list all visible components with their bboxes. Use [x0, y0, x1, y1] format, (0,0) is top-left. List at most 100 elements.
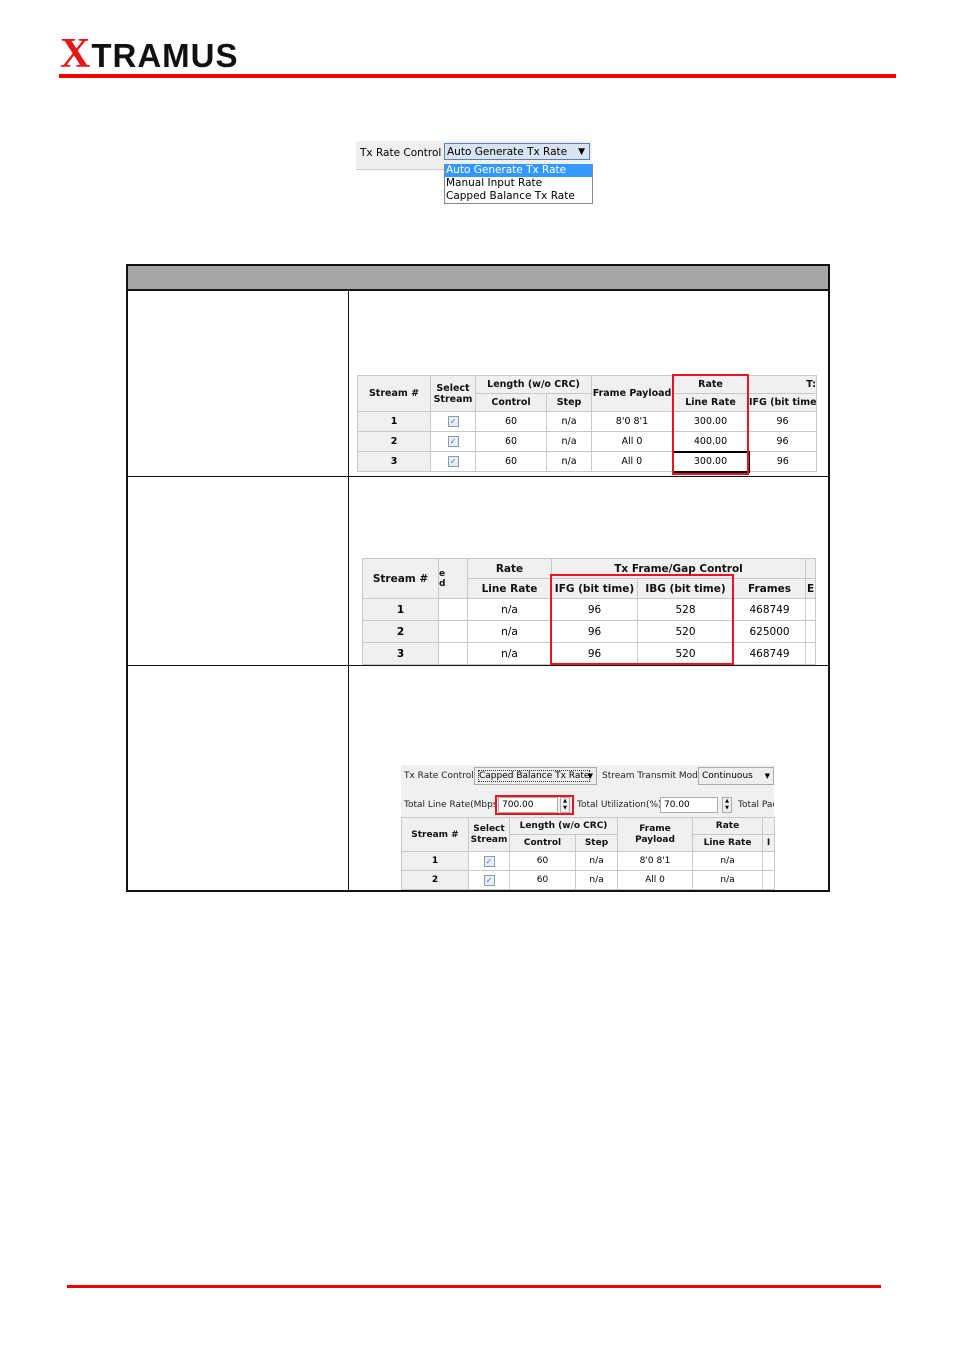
- truncated-header: I: [762, 834, 776, 852]
- cell: 8'0 8'1: [591, 411, 674, 432]
- cell: All 0: [617, 870, 694, 890]
- tx-rate-control-options: Auto Generate Tx Rate Manual Input Rate …: [444, 164, 593, 204]
- cell: [805, 642, 817, 665]
- truncated-header: [805, 558, 817, 579]
- header-rule: [59, 74, 896, 78]
- step-header: Step: [545, 393, 593, 412]
- transmit-mode-label: Stream Transmit Mode: [602, 771, 704, 781]
- cell: n/a: [467, 598, 552, 621]
- truncated-header: E: [805, 578, 817, 599]
- cell: All 0: [591, 451, 674, 472]
- cell: All 0: [591, 431, 674, 452]
- cell: n/a: [467, 642, 552, 665]
- cell: 468749: [732, 598, 807, 621]
- cell: 60: [509, 851, 576, 871]
- line-rate-highlight: [495, 795, 574, 815]
- length-header: Length (w/o CRC): [474, 375, 593, 394]
- column-divider: [348, 291, 349, 890]
- option-capped-balance[interactable]: Capped Balance Tx Rate: [445, 190, 592, 203]
- step-header: Step: [574, 834, 619, 852]
- select-stream-checkbox[interactable]: ✓: [430, 451, 476, 472]
- cell: 468749: [732, 642, 807, 665]
- tx-header: T:: [748, 375, 818, 394]
- option-auto-generate[interactable]: Auto Generate Tx Rate: [445, 164, 592, 177]
- chevron-down-icon: ▼: [578, 147, 585, 157]
- cell: n/a: [574, 851, 619, 871]
- cell: 1: [362, 598, 439, 621]
- checkbox-icon: ✓: [447, 456, 459, 467]
- rate-control-label: Tx Rate Control: [404, 771, 474, 781]
- ifg-header: IFG (bit time: [748, 393, 818, 412]
- select-stream-header: Select Stream: [430, 375, 476, 412]
- cell: [805, 620, 817, 643]
- cell: 60: [509, 870, 576, 890]
- gap-highlight: [550, 574, 734, 665]
- rate-control-select[interactable]: Capped Balance Tx Rate ▼: [474, 767, 597, 785]
- truncated-header: [762, 817, 776, 835]
- cell: 96: [748, 411, 818, 432]
- cell: [762, 851, 776, 871]
- cell: [762, 870, 776, 890]
- checkbox-icon: ✓: [483, 855, 495, 867]
- transmit-mode-select[interactable]: Continuous ▼: [698, 767, 774, 785]
- select-stream-checkbox[interactable]: ✓: [430, 431, 476, 452]
- cell: 625000: [732, 620, 807, 643]
- mode-table-header: [128, 266, 828, 291]
- cell: 60: [475, 451, 547, 472]
- cell: [438, 620, 468, 643]
- cell: 2: [357, 431, 431, 452]
- cell: 1: [401, 851, 469, 871]
- frame-payload-header: Frame Payload: [617, 817, 694, 852]
- line-rate-header[interactable]: Line Rate: [467, 578, 552, 599]
- cell: 3: [362, 642, 439, 665]
- control-header: Control: [509, 834, 576, 852]
- select-stream-checkbox[interactable]: ✓: [430, 411, 476, 432]
- capped-balance-stream-table: Stream # Select Stream Length (w/o CRC) Fra…: [401, 817, 776, 890]
- cell: 60: [475, 431, 547, 452]
- control-header: Control: [475, 393, 547, 412]
- cell: n/a: [692, 870, 764, 890]
- table-row: 1 ✓ 60 n/a 8'0 8'1 n/a: [401, 851, 776, 871]
- frame-payload-header: Frame Payload: [591, 375, 674, 412]
- select-stream-checkbox[interactable]: ✓: [468, 870, 510, 890]
- frames-header: Frames: [732, 578, 807, 599]
- cell: n/a: [545, 411, 593, 432]
- total-utilization-input[interactable]: 70.00: [660, 797, 718, 813]
- row-divider: [128, 665, 828, 666]
- cell: n/a: [545, 451, 593, 472]
- tx-rate-control-select[interactable]: Auto Generate Tx Rate ▼: [444, 143, 590, 160]
- stream-number-header: Stream #: [357, 375, 431, 412]
- cell: 2: [362, 620, 439, 643]
- cell: n/a: [692, 851, 764, 871]
- chevron-down-icon: ▼: [764, 772, 770, 780]
- cell: 1: [357, 411, 431, 432]
- cell: n/a: [467, 620, 552, 643]
- cell: [438, 642, 468, 665]
- cell: 96: [748, 431, 818, 452]
- row-divider: [128, 476, 828, 477]
- cell: 96: [748, 451, 818, 472]
- total-utilization-spinner[interactable]: ▲ ▼: [722, 797, 732, 813]
- rate-header: Rate: [692, 817, 764, 835]
- cell: [805, 598, 817, 621]
- capped-toolbar: Tx Rate Control Capped Balance Tx Rate ▼ …: [401, 765, 774, 817]
- rate-highlight: [672, 374, 749, 475]
- stream-number-header: Stream #: [401, 817, 469, 852]
- option-manual-input[interactable]: Manual Input Rate: [445, 177, 592, 190]
- tx-rate-control-label: Tx Rate Control: [360, 147, 442, 159]
- select-stream-checkbox[interactable]: ✓: [468, 851, 510, 871]
- cell: 8'0 8'1: [617, 851, 694, 871]
- total-line-rate-label: Total Line Rate(Mbps): [404, 800, 502, 810]
- cell: n/a: [574, 870, 619, 890]
- checkbox-icon: ✓: [483, 874, 495, 886]
- header-row: Stream # Select Stream Length (w/o CRC) Fra…: [401, 817, 776, 852]
- length-header: Length (w/o CRC): [508, 817, 619, 835]
- cell: 2: [401, 870, 469, 890]
- cell: n/a: [545, 431, 593, 452]
- total-packets-label: Total Pac: [738, 800, 774, 810]
- line-rate-header[interactable]: Line Rate: [692, 834, 764, 852]
- checkbox-icon: ✓: [447, 436, 459, 447]
- cell: 60: [475, 411, 547, 432]
- footer-rule: [67, 1285, 881, 1288]
- rate-header: Rate: [467, 558, 552, 579]
